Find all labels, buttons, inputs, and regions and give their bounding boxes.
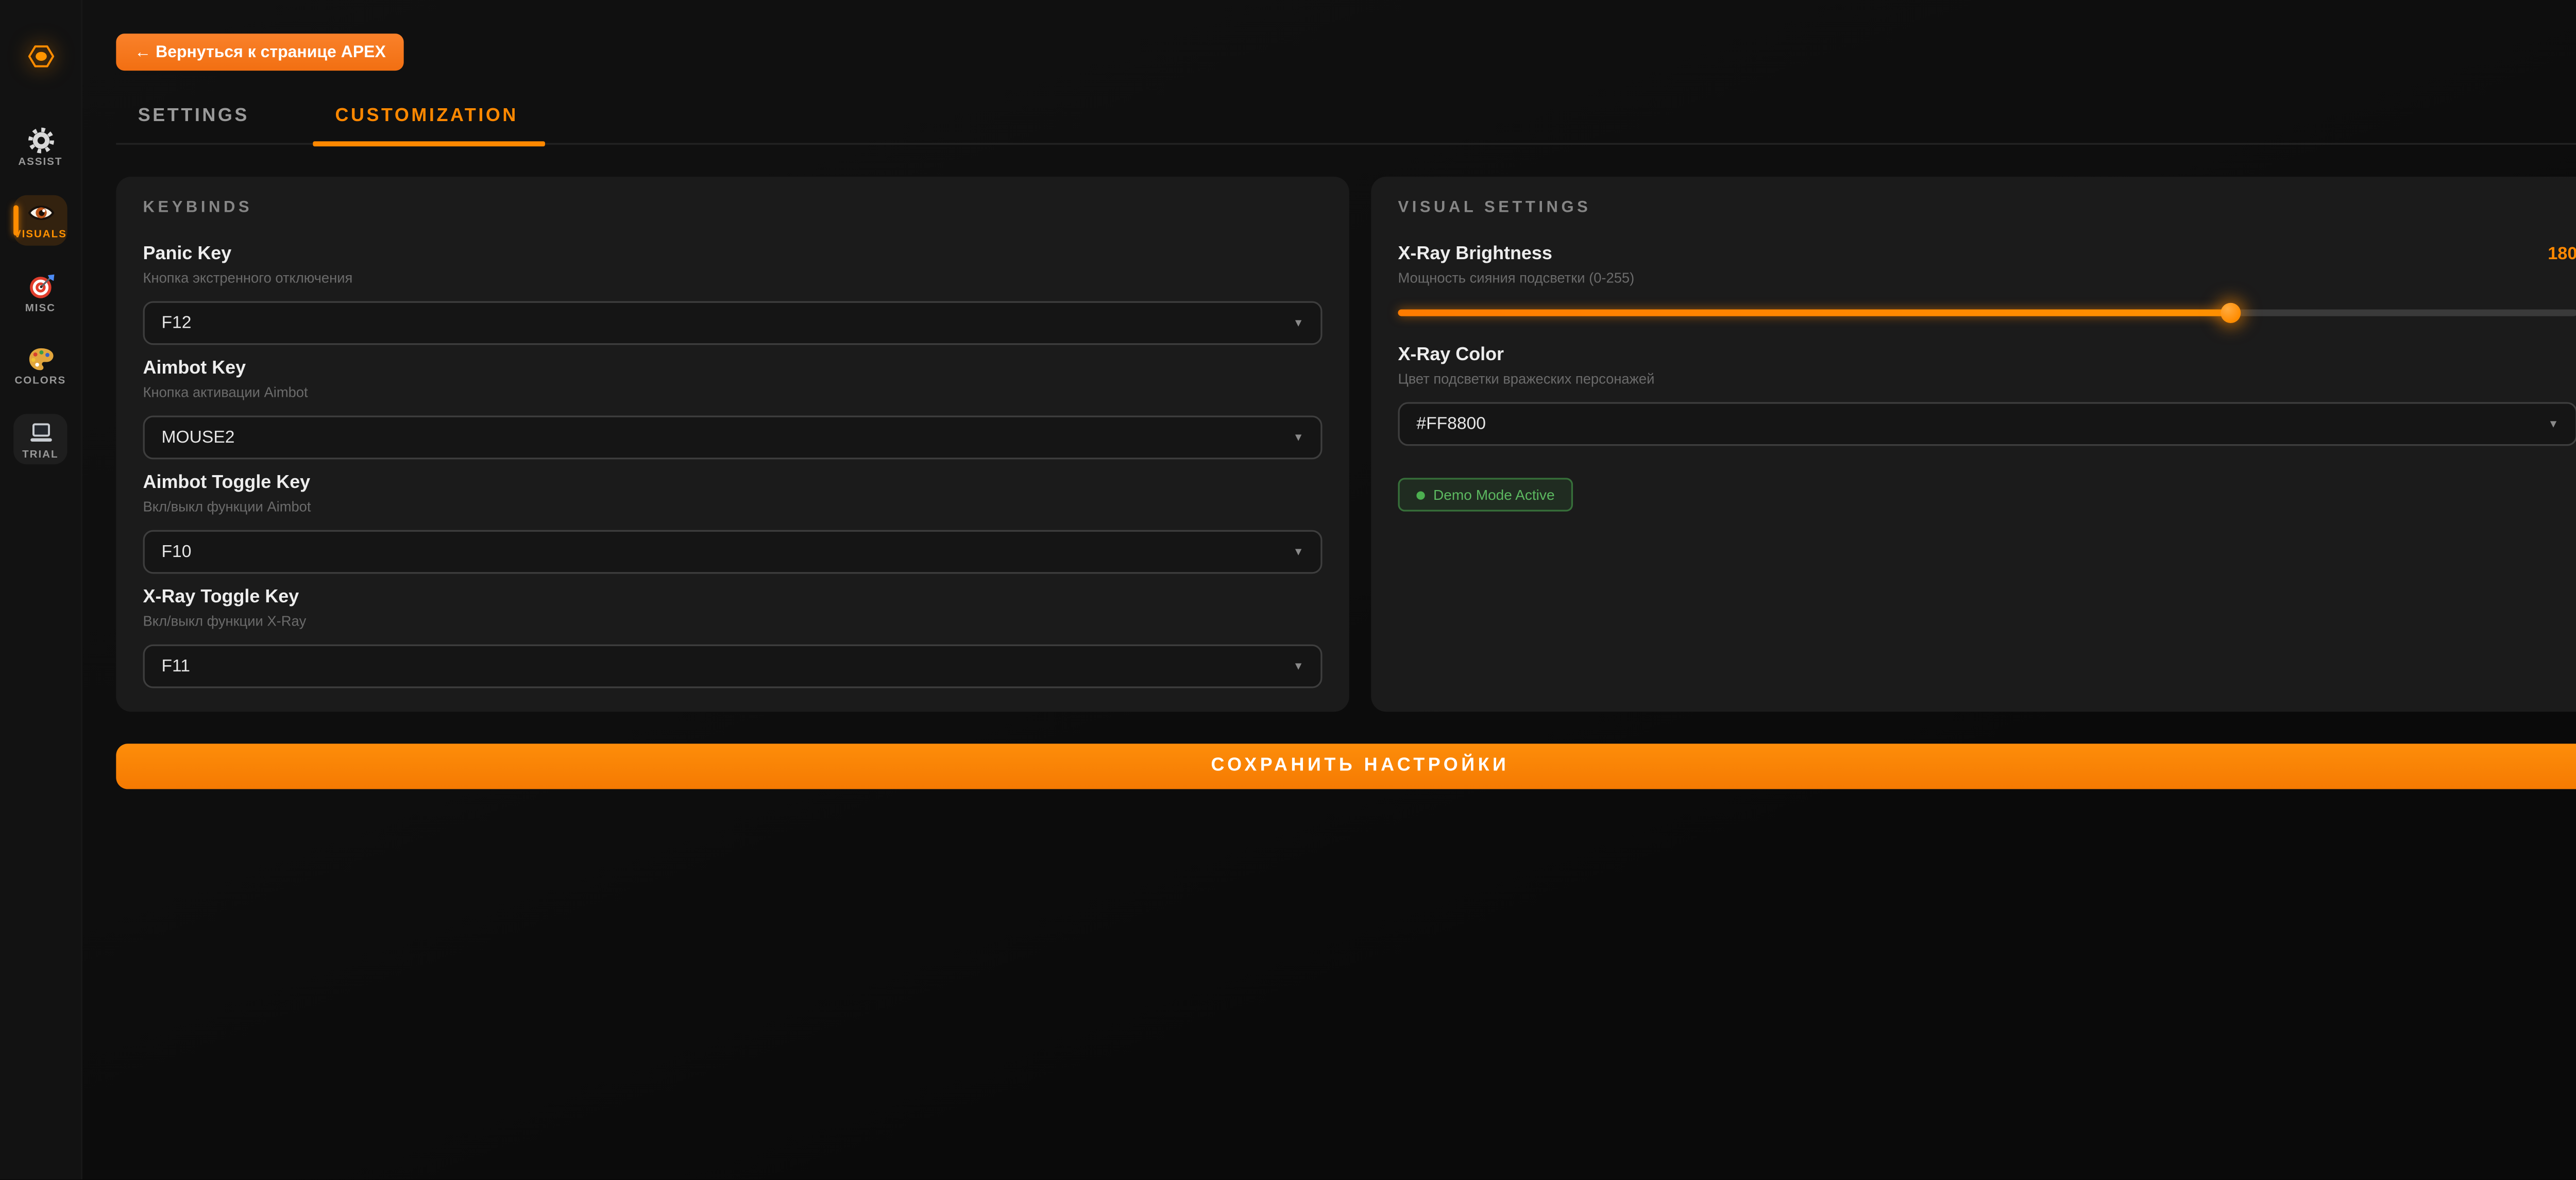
sidebar: ASSIST VISUALS — [0, 0, 82, 1180]
sidebar-item-label: COLORS — [14, 375, 66, 387]
demo-mode-badge: Demo Mode Active — [1398, 478, 1573, 511]
sidebar-nav: ASSIST VISUALS — [13, 121, 67, 464]
chevron-down-icon: ▼ — [2548, 418, 2559, 430]
xray-brightness-slider[interactable] — [1398, 301, 2576, 325]
field-description: Вкл/выкл функции X-Ray — [143, 613, 1323, 630]
xray-color-field: X-Ray Color Цвет подсветки вражеских пер… — [1398, 345, 2576, 446]
select-value: #FF8800 — [1416, 415, 1486, 433]
field-label: X-Ray Color — [1398, 345, 2576, 366]
sidebar-item-label: MISC — [25, 302, 56, 314]
select-value: F12 — [161, 314, 191, 332]
panels-row: KEYBINDS Panic Key Кнопка экстренного от… — [116, 177, 2576, 712]
field-label: Panic Key — [143, 244, 1323, 265]
eye-icon — [26, 198, 55, 227]
active-indicator-bar — [13, 205, 18, 235]
xray-brightness-value: 180 — [2548, 244, 2576, 264]
field-label: Aimbot Key — [143, 359, 1323, 380]
sidebar-item-label: VISUALS — [14, 229, 67, 241]
field-description: Мощность сияния подсветки (0-255) — [1398, 269, 2576, 286]
main-content: ← Вернуться к странице APEX SETTINGS CUS… — [82, 0, 2576, 1180]
keybinds-panel-title: KEYBINDS — [143, 200, 1323, 217]
sidebar-item-colors[interactable]: COLORS — [13, 341, 67, 391]
aimbot-key-select[interactable]: MOUSE2 ▼ — [143, 416, 1323, 460]
sidebar-item-assist[interactable]: ASSIST — [13, 121, 67, 172]
status-dot-icon — [1416, 491, 1425, 499]
save-settings-button[interactable]: СОХРАНИТЬ НАСТРОЙКИ — [116, 744, 2576, 788]
palette-icon — [26, 345, 55, 374]
panic-key-select[interactable]: F12 ▼ — [143, 301, 1323, 345]
demo-mode-badge-label: Demo Mode Active — [1433, 486, 1555, 503]
aimbot-toggle-key-select[interactable]: F10 ▼ — [143, 530, 1323, 574]
tab-bar: SETTINGS CUSTOMIZATION — [116, 93, 2576, 145]
app-window: ASSIST VISUALS — [0, 0, 2576, 1180]
xray-color-select[interactable]: #FF8800 ▼ — [1398, 402, 2576, 446]
field-label: Aimbot Toggle Key — [143, 473, 1323, 495]
sidebar-item-label: TRIAL — [22, 448, 58, 460]
field-description: Кнопка экстренного отключения — [143, 269, 1323, 286]
gear-icon — [26, 125, 55, 154]
field-description: Цвет подсветки вражеских персонажей — [1398, 370, 2576, 387]
tab-customization[interactable]: CUSTOMIZATION — [313, 93, 545, 143]
app-logo[interactable] — [26, 10, 55, 101]
xray-brightness-slider-thumb[interactable] — [2221, 303, 2241, 323]
field-description: Вкл/выкл функции Aimbot — [143, 498, 1323, 515]
select-value: MOUSE2 — [161, 428, 234, 447]
select-value: F10 — [161, 543, 191, 561]
panic-key-field: Panic Key Кнопка экстренного отключения … — [143, 244, 1323, 345]
sidebar-item-trial[interactable]: TRIAL — [13, 414, 67, 464]
sidebar-item-label: ASSIST — [18, 156, 62, 167]
chevron-down-icon: ▼ — [1293, 317, 1304, 329]
select-value: F11 — [161, 657, 190, 676]
back-to-apex-button[interactable]: ← Вернуться к странице APEX — [116, 33, 404, 71]
chevron-down-icon: ▼ — [1293, 661, 1304, 672]
chevron-down-icon: ▼ — [1293, 546, 1304, 558]
field-label: X-Ray Brightness — [1398, 244, 1552, 265]
xray-toggle-key-select[interactable]: F11 ▼ — [143, 645, 1323, 688]
xray-toggle-key-field: X-Ray Toggle Key Вкл/выкл функции X-Ray … — [143, 587, 1323, 688]
xray-brightness-field: X-Ray Brightness 180 Мощность сияния под… — [1398, 244, 2576, 325]
laptop-icon — [26, 418, 55, 447]
visual-settings-panel-title: VISUAL SETTINGS — [1398, 200, 2576, 217]
field-description: Кнопка активации Aimbot — [143, 383, 1323, 400]
visual-settings-panel: VISUAL SETTINGS X-Ray Brightness 180 Мощ… — [1371, 177, 2576, 712]
target-icon — [26, 272, 55, 300]
xray-brightness-slider-fill — [1398, 310, 2230, 317]
sidebar-item-visuals[interactable]: VISUALS — [13, 194, 67, 245]
aimbot-toggle-key-field: Aimbot Toggle Key Вкл/выкл функции Aimbo… — [143, 473, 1323, 574]
tab-settings[interactable]: SETTINGS — [116, 93, 276, 143]
hexagon-logo-icon — [26, 41, 55, 70]
keybinds-panel: KEYBINDS Panic Key Кнопка экстренного от… — [116, 177, 1349, 712]
chevron-down-icon: ▼ — [1293, 432, 1304, 444]
sidebar-item-misc[interactable]: MISC — [13, 267, 67, 318]
aimbot-key-field: Aimbot Key Кнопка активации Aimbot MOUSE… — [143, 359, 1323, 460]
field-label: X-Ray Toggle Key — [143, 587, 1323, 609]
